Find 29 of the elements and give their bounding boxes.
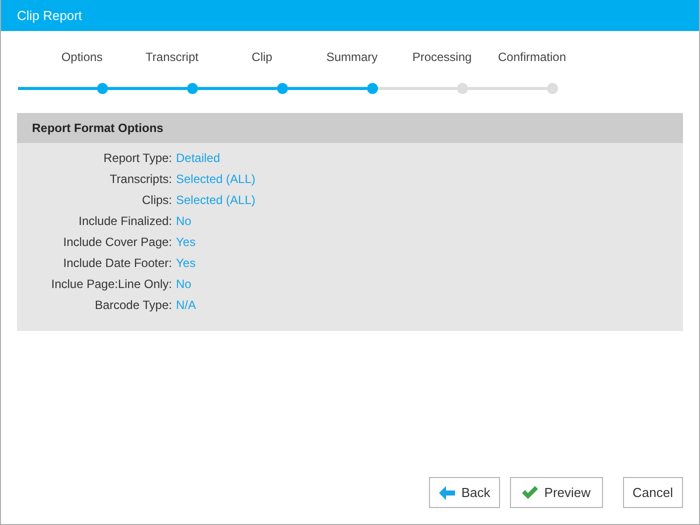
step-label: Summary: [326, 49, 378, 66]
window-title: Clip Report: [17, 6, 82, 25]
option-label: Report Type:: [102, 150, 172, 166]
step-label: Processing: [412, 49, 472, 66]
option-label: Clips:: [140, 192, 172, 208]
option-value: Yes: [176, 234, 196, 250]
step-label: Clip: [252, 49, 272, 66]
step-label: Confirmation: [498, 49, 566, 66]
option-label: Include Date Footer:: [62, 254, 172, 272]
step-label: Transcript: [146, 49, 198, 66]
option-value: Selected (ALL): [176, 192, 256, 208]
option-value: Detailed: [176, 150, 220, 166]
option-label: Transcripts:: [108, 170, 172, 188]
panel-title: Report Format Options: [32, 120, 164, 137]
back-arrow-icon: [439, 486, 456, 500]
option-value: No: [176, 212, 192, 230]
option-label: Inclue Page:Line Only:: [50, 276, 172, 292]
option-value: Selected (ALL): [176, 170, 256, 188]
option-label: Include Cover Page:: [62, 234, 172, 250]
option-value: Yes: [176, 254, 196, 272]
preview-button[interactable]: Preview: [510, 477, 603, 508]
option-label: Barcode Type:: [94, 296, 172, 314]
cancel-button[interactable]: Cancel: [622, 477, 683, 508]
check-icon: [522, 486, 538, 499]
option-value: No: [176, 276, 192, 292]
back-button[interactable]: Back: [429, 477, 500, 508]
option-value: N/A: [176, 296, 196, 314]
option-label: Include Finalized:: [78, 212, 172, 230]
step-label: Options: [61, 49, 103, 66]
